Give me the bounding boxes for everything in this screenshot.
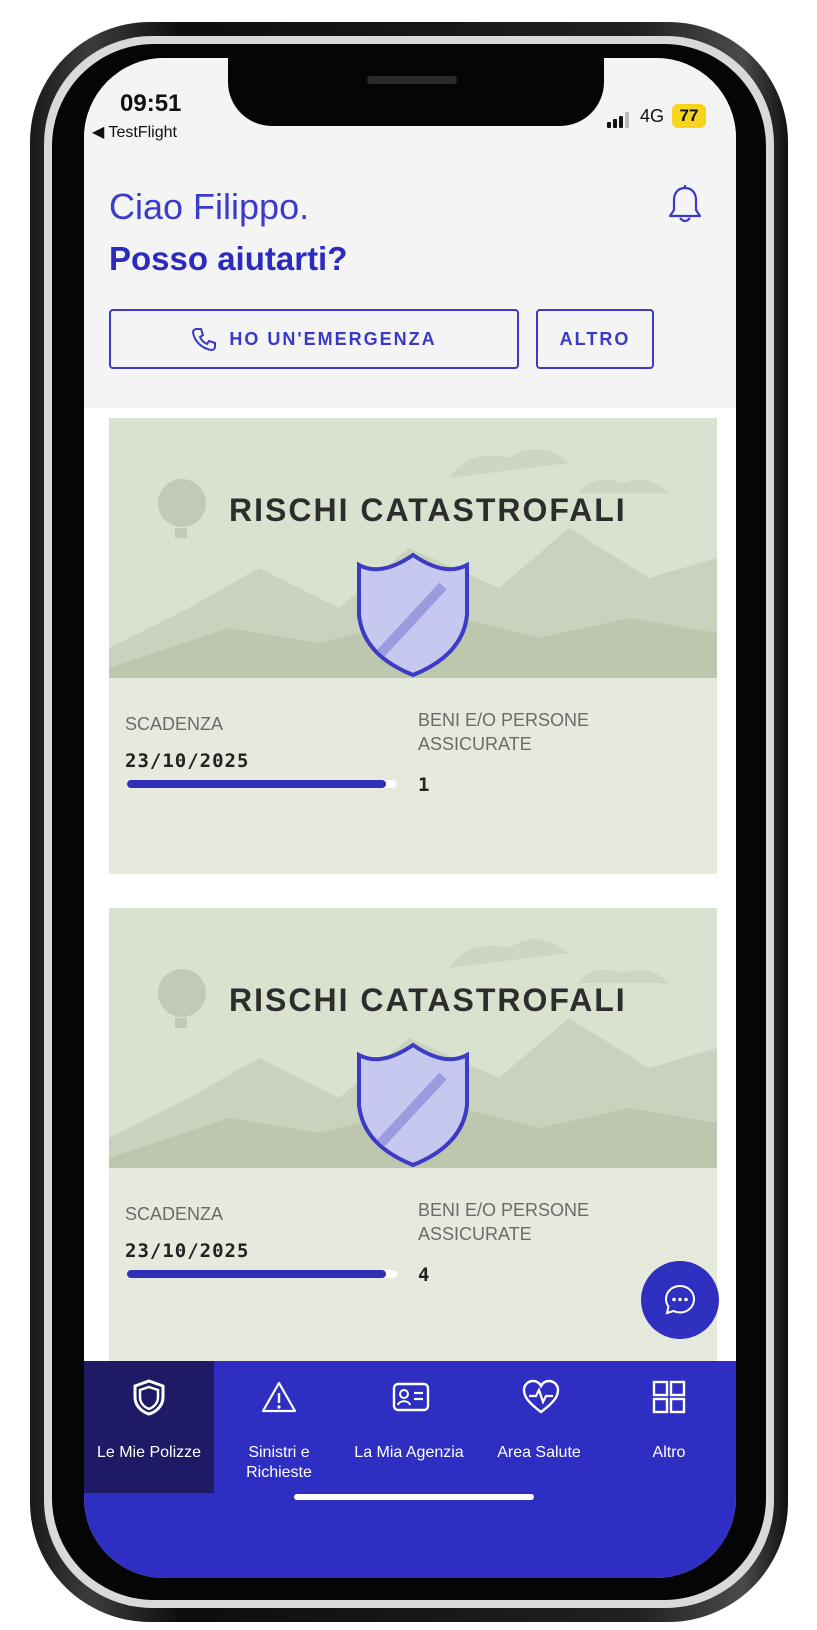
bottom-tab-bar: Le Mie Polizze Sinistri e Richieste La M…	[84, 1361, 736, 1578]
network-type: 4G	[640, 106, 665, 126]
tab-label: Altro	[652, 1444, 686, 1461]
notifications-bell-icon[interactable]	[667, 184, 703, 224]
expiry-progress-fill	[127, 780, 387, 788]
policy-card[interactable]: RISCHI CATASTROFALI SCADENZA 23/10/2025 …	[109, 418, 717, 874]
policy-title: RISCHI CATASTROFALI	[229, 982, 627, 1018]
warning-icon	[261, 1381, 297, 1413]
tab-health-area[interactable]: Area Salute	[474, 1361, 604, 1493]
expiry-progress-bar	[127, 1270, 397, 1278]
screen: 09:51 ◀ TestFlight 4G 77 Ciao Filippo. P…	[84, 58, 736, 1578]
expiry-label: SCADENZA	[125, 1204, 224, 1224]
policy-title: RISCHI CATASTROFALI	[229, 492, 627, 528]
battery-indicator: 77	[672, 104, 706, 128]
insured-count: 4	[418, 1264, 430, 1286]
heart-pulse-icon	[522, 1379, 560, 1414]
expiry-progress-fill	[127, 1270, 387, 1278]
grid-icon	[652, 1380, 686, 1414]
insured-count: 1	[418, 774, 430, 796]
tab-label: Le Mie Polizze	[96, 1444, 202, 1461]
expiry-label: SCADENZA	[125, 714, 224, 734]
chat-button[interactable]	[641, 1261, 719, 1339]
id-card-icon	[392, 1382, 430, 1412]
status-time: 09:51	[120, 90, 182, 117]
emergency-button[interactable]: HO UN'EMERGENZA	[109, 309, 519, 369]
phone-notch	[228, 56, 604, 126]
shield-icon	[133, 1379, 165, 1416]
signal-icon	[607, 112, 633, 128]
tab-claims[interactable]: Sinistri e Richieste	[214, 1361, 344, 1493]
back-to-app-link[interactable]: ◀ TestFlight	[92, 122, 177, 142]
chat-bubble-icon	[664, 1284, 696, 1315]
phone-icon	[192, 328, 217, 352]
tab-more[interactable]: Altro	[604, 1361, 734, 1493]
home-indicator[interactable]	[294, 1494, 534, 1500]
tab-label: Area Salute	[497, 1444, 581, 1461]
expiry-date: 23/10/2025	[125, 750, 250, 772]
expiry-date: 23/10/2025	[125, 1240, 250, 1262]
tab-my-agency[interactable]: La Mia Agenzia	[344, 1361, 474, 1493]
policy-card-illustration	[109, 418, 717, 678]
tab-my-policies[interactable]: Le Mie Polizze	[84, 1361, 214, 1493]
policy-card-illustration	[109, 908, 717, 1168]
tab-label: Sinistri e Richieste	[246, 1444, 312, 1481]
tab-label: La Mia Agenzia	[354, 1444, 464, 1461]
phone-speaker	[367, 76, 457, 84]
help-question: Posso aiutarti?	[109, 240, 348, 277]
greeting: Ciao Filippo.	[109, 186, 310, 227]
insured-label: BENI E/O PERSONE ASSICURATE	[418, 1200, 590, 1244]
more-button[interactable]: ALTRO	[536, 309, 654, 369]
emergency-button-label: HO UN'EMERGENZA	[229, 328, 437, 349]
expiry-progress-bar	[127, 780, 397, 788]
more-button-label: ALTRO	[559, 328, 631, 349]
insured-label: BENI E/O PERSONE ASSICURATE	[418, 710, 590, 754]
policy-card[interactable]: RISCHI CATASTROFALI SCADENZA 23/10/2025 …	[109, 908, 717, 1364]
